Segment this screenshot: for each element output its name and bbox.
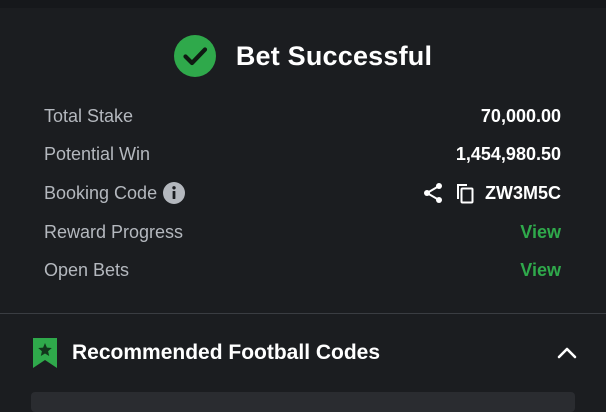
- chevron-up-icon[interactable]: [556, 343, 578, 363]
- bet-success-title: Bet Successful: [235, 40, 433, 71]
- booking-code-label: Booking Code: [44, 182, 158, 203]
- previous-content-strip: [0, 0, 606, 8]
- info-icon[interactable]: [163, 182, 186, 204]
- recommended-codes-title: Recommended Football Codes: [72, 341, 381, 364]
- share-icon[interactable]: [421, 181, 445, 205]
- open-bets-view-link[interactable]: View: [520, 260, 561, 281]
- total-stake-value: 70,000.00: [480, 105, 561, 126]
- reward-progress-view-link[interactable]: View: [520, 222, 561, 243]
- potential-win-value: 1,454,980.50: [455, 143, 561, 164]
- potential-win-row: Potential Win 1,454,980.50: [44, 139, 561, 169]
- total-stake-row: Total Stake 70,000.00: [44, 101, 561, 131]
- open-bets-label: Open Bets: [44, 259, 130, 280]
- open-bets-row: Open Bets View: [44, 255, 561, 285]
- recommended-code-card[interactable]: [31, 392, 575, 412]
- booking-code-value[interactable]: ZW3M5C: [485, 183, 561, 204]
- reward-progress-row: Reward Progress View: [44, 217, 561, 247]
- section-divider: [0, 313, 606, 314]
- booking-code-value-group: ZW3M5C: [421, 181, 561, 205]
- potential-win-label: Potential Win: [44, 143, 151, 164]
- reward-progress-label: Reward Progress: [44, 221, 184, 242]
- success-header: Bet Successful: [0, 30, 606, 82]
- check-circle-icon: [173, 35, 216, 77]
- copy-icon[interactable]: [453, 181, 477, 205]
- recommended-codes-header[interactable]: Recommended Football Codes: [0, 330, 606, 376]
- bookmark-star-icon: [33, 338, 57, 368]
- booking-code-row: Booking Code ZW3M5C: [44, 178, 561, 208]
- booking-code-label-group: Booking Code: [44, 182, 186, 204]
- total-stake-label: Total Stake: [44, 105, 134, 126]
